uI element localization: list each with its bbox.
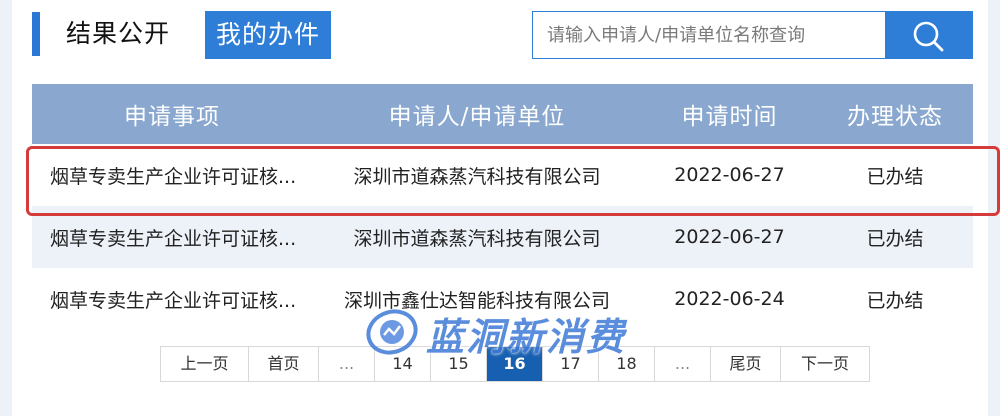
tab-accent-bar: [32, 12, 40, 56]
page-button-17[interactable]: 17: [543, 347, 599, 381]
cases-table: 申请事项 申请人/申请单位 申请时间 办理状态 烟草专卖生产企业许可证核... …: [32, 84, 973, 330]
search-input[interactable]: [533, 12, 885, 58]
table-row[interactable]: 烟草专卖生产企业许可证核... 深圳市鑫仕达智能科技有限公司 2022-06-2…: [32, 268, 973, 330]
tab-my-cases[interactable]: 我的办件: [205, 11, 331, 59]
cell-status: 已办结: [866, 289, 924, 312]
main-panel: 结果公开 我的办件 申请事项 申请人/申请单位 申请时间 办理状态 烟草专卖生产…: [12, 0, 988, 416]
cell-date: 2022-06-27: [674, 226, 785, 248]
table-header: 申请事项 申请人/申请单位 申请时间 办理状态: [32, 84, 973, 144]
header-status: 办理状态: [847, 104, 943, 130]
table-row[interactable]: 烟草专卖生产企业许可证核... 深圳市道森蒸汽科技有限公司 2022-06-27…: [32, 206, 973, 268]
header-date: 申请时间: [681, 104, 778, 130]
cell-status: 已办结: [866, 165, 924, 188]
cell-applicant: 深圳市鑫仕达智能科技有限公司: [343, 289, 610, 312]
pagination: 上一页 首页 ... 14 15 16 17 18 ... 尾页 下一页: [160, 346, 870, 382]
cell-applicant: 深圳市道森蒸汽科技有限公司: [353, 165, 601, 188]
ellipsis-left: ...: [319, 347, 375, 381]
cell-item[interactable]: 烟草专卖生产企业许可证核...: [32, 162, 312, 189]
header-applicant: 申请人/申请单位: [388, 104, 566, 130]
first-page-button[interactable]: 首页: [249, 347, 319, 381]
cell-item[interactable]: 烟草专卖生产企业许可证核...: [32, 286, 312, 313]
cell-date: 2022-06-27: [674, 164, 785, 186]
cell-item[interactable]: 烟草专卖生产企业许可证核...: [32, 224, 312, 251]
search-box: [532, 11, 886, 59]
table-row[interactable]: 烟草专卖生产企业许可证核... 深圳市道森蒸汽科技有限公司 2022-06-27…: [32, 144, 973, 206]
next-page-button[interactable]: 下一页: [781, 347, 869, 381]
tab-results[interactable]: 结果公开: [66, 12, 170, 56]
tab-bar: 结果公开 我的办件: [12, 0, 988, 70]
page-button-14[interactable]: 14: [375, 347, 431, 381]
prev-page-button[interactable]: 上一页: [161, 347, 249, 381]
header-item: 申请事项: [124, 104, 220, 130]
cell-applicant: 深圳市道森蒸汽科技有限公司: [353, 227, 601, 250]
page-button-15[interactable]: 15: [431, 347, 487, 381]
search-button[interactable]: [885, 11, 973, 59]
cell-status: 已办结: [866, 227, 924, 250]
cell-date: 2022-06-24: [674, 288, 785, 310]
page-button-16-current[interactable]: 16: [487, 347, 543, 381]
last-page-button[interactable]: 尾页: [711, 347, 781, 381]
ellipsis-right: ...: [655, 347, 711, 381]
search-icon: [913, 21, 944, 52]
page-button-18[interactable]: 18: [599, 347, 655, 381]
